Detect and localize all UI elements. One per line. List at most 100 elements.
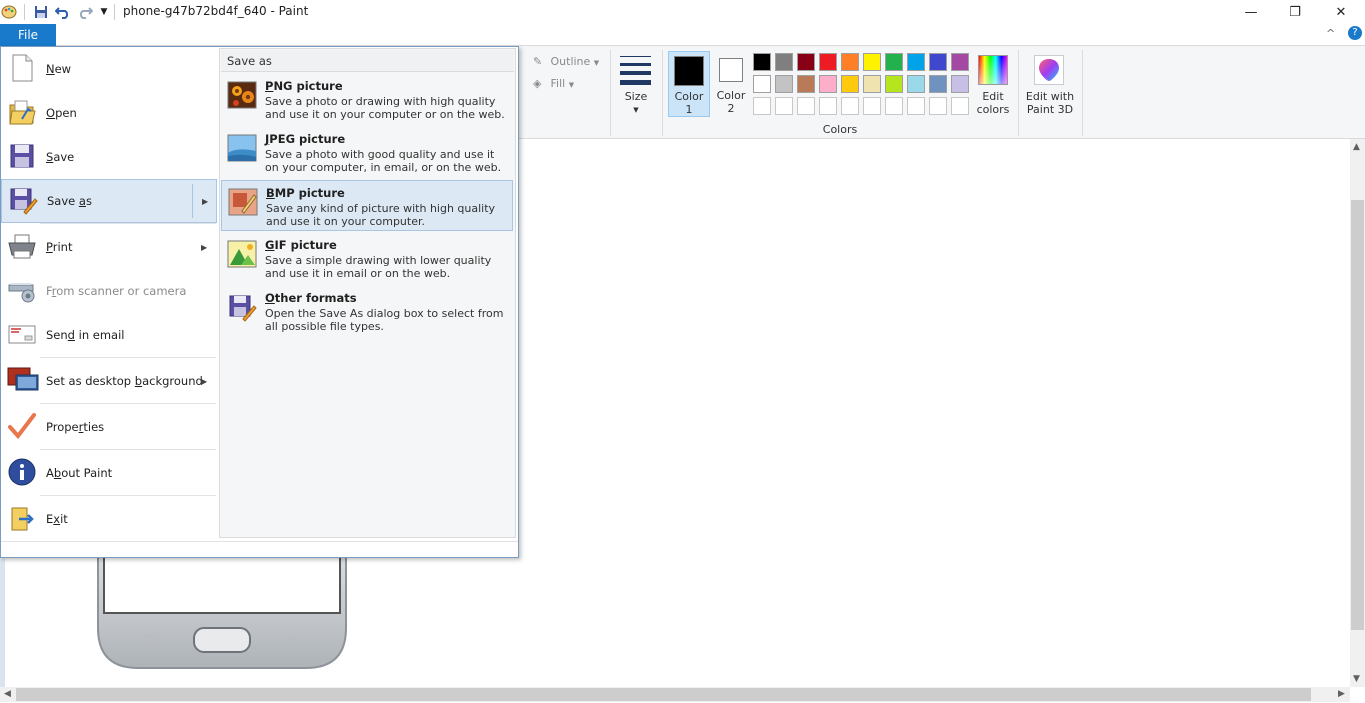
- palette-swatch[interactable]: [907, 53, 925, 71]
- save-as-submenu-header: Save as: [221, 50, 514, 72]
- size-button[interactable]: Size ▼: [617, 52, 655, 116]
- custom-color-slot[interactable]: [753, 97, 771, 115]
- file-menu-item-properties[interactable]: Properties: [1, 405, 217, 449]
- undo-icon[interactable]: [54, 3, 72, 21]
- title-bar: ▼ phone-g47b72bd4f_640 - Paint — ❐ ✕: [0, 0, 1365, 24]
- exit-icon: [7, 503, 39, 535]
- edit-with-paint3d-label: Edit with Paint 3D: [1025, 90, 1075, 116]
- save-as-jpeg-picture[interactable]: JPEG picture Save a photo with good quali…: [221, 127, 513, 178]
- size-label: Size: [624, 90, 648, 103]
- custom-color-slot[interactable]: [907, 97, 925, 115]
- chevron-right-icon: ▶: [201, 242, 208, 252]
- save-as-bmp-picture[interactable]: BMP picture Save any kind of picture with…: [221, 180, 513, 231]
- color2-button[interactable]: Color 2: [712, 51, 750, 117]
- chevron-right-icon: ▶: [202, 196, 209, 206]
- close-button[interactable]: ✕: [1318, 0, 1364, 24]
- palette-swatch[interactable]: [951, 53, 969, 71]
- palette-swatch[interactable]: [753, 75, 771, 93]
- custom-color-slot[interactable]: [797, 97, 815, 115]
- paint3d-icon: [1034, 55, 1064, 85]
- custom-color-slot[interactable]: [841, 97, 859, 115]
- color1-button[interactable]: Color 1: [668, 51, 710, 117]
- palette-swatch[interactable]: [929, 75, 947, 93]
- custom-color-slot[interactable]: [863, 97, 881, 115]
- new-file-icon: [7, 53, 39, 85]
- chevron-right-icon: ▶: [201, 376, 208, 386]
- save-icon[interactable]: [32, 3, 50, 21]
- minimize-button[interactable]: —: [1228, 0, 1274, 24]
- palette-swatch[interactable]: [841, 53, 859, 71]
- vertical-scroll-thumb[interactable]: [1351, 200, 1364, 630]
- palette-swatch[interactable]: [753, 53, 771, 71]
- scroll-left-icon[interactable]: ◀: [4, 689, 11, 699]
- palette-swatch[interactable]: [863, 53, 881, 71]
- scroll-up-icon[interactable]: ▲: [1353, 142, 1360, 152]
- palette-swatch[interactable]: [929, 53, 947, 71]
- restore-button[interactable]: ❐: [1272, 0, 1318, 24]
- save-as-png-picture[interactable]: PNG picture Save a photo or drawing with …: [221, 74, 513, 125]
- custom-color-slot[interactable]: [929, 97, 947, 115]
- split-separator: [192, 184, 193, 218]
- file-menu-item-label: Set as desktop background: [46, 374, 203, 388]
- palette-swatch[interactable]: [797, 53, 815, 71]
- custom-color-slot[interactable]: [775, 97, 793, 115]
- save-as-item-title: GIF picture: [265, 238, 337, 252]
- custom-color-slot[interactable]: [951, 97, 969, 115]
- file-menu-item-open[interactable]: Open: [1, 91, 217, 135]
- ribbon-tab-bar: ^ ?: [0, 24, 1365, 46]
- palette-swatch[interactable]: [863, 75, 881, 93]
- file-menu-item-about-paint[interactable]: About Paint: [1, 451, 217, 495]
- file-tab[interactable]: File: [0, 24, 56, 46]
- desktop-background-icon: [7, 365, 39, 397]
- save-as-gif-picture[interactable]: GIF picture Save a simple drawing with lo…: [221, 233, 513, 284]
- palette-swatch[interactable]: [819, 75, 837, 93]
- horizontal-scroll-thumb[interactable]: [16, 688, 1311, 701]
- file-menu-item-set-as-desktop-background[interactable]: Set as desktop background ▶: [1, 359, 217, 403]
- menu-separator: [40, 495, 216, 496]
- menu-separator: [40, 449, 216, 450]
- file-menu-item-label: Exit: [46, 512, 68, 526]
- save-icon: [7, 141, 39, 173]
- file-menu-item-print[interactable]: Print ▶: [1, 225, 217, 269]
- chevron-down-icon: ▼: [568, 81, 575, 89]
- scroll-right-icon[interactable]: ▶: [1338, 689, 1345, 699]
- save-as-item-description: Save a photo or drawing with high qualit…: [265, 95, 505, 121]
- edit-colors-label: Edit colors: [976, 90, 1010, 116]
- edit-colors-button[interactable]: Edit colors: [974, 52, 1012, 118]
- fill-button[interactable]: ◈ Fill ▼: [533, 77, 613, 93]
- colors-group-label: Colors: [822, 123, 858, 136]
- file-menu-item-exit[interactable]: Exit: [1, 497, 217, 541]
- palette-swatch[interactable]: [885, 75, 903, 93]
- file-menu-item-save-as[interactable]: Save as ▶: [1, 179, 217, 223]
- palette-swatch[interactable]: [775, 75, 793, 93]
- palette-swatch[interactable]: [951, 75, 969, 93]
- dropdown-icon[interactable]: ▼: [95, 3, 113, 21]
- collapse-ribbon-icon[interactable]: ^: [1326, 27, 1335, 40]
- palette-swatch[interactable]: [819, 53, 837, 71]
- custom-color-slot[interactable]: [819, 97, 837, 115]
- file-menu-item-send-in-email[interactable]: Send in email: [1, 313, 217, 357]
- save-as-other-formats[interactable]: Other formats Open the Save As dialog box…: [221, 286, 513, 337]
- palette-swatch[interactable]: [885, 53, 903, 71]
- save-as-item-description: Save any kind of picture with high quali…: [266, 202, 496, 228]
- palette-swatch[interactable]: [907, 75, 925, 93]
- scroll-down-icon[interactable]: ▼: [1353, 674, 1360, 684]
- group-separator: [1082, 50, 1083, 136]
- save-as-item-title: Other formats: [265, 291, 357, 305]
- color2-label: Color 2: [716, 89, 746, 115]
- file-menu-item-new[interactable]: New: [1, 47, 217, 91]
- group-separator: [1018, 50, 1019, 136]
- palette-swatch[interactable]: [841, 75, 859, 93]
- file-menu-item-save[interactable]: Save: [1, 135, 217, 179]
- outline-button[interactable]: ✎ Outline ▼: [533, 55, 613, 71]
- help-icon[interactable]: ?: [1348, 26, 1362, 40]
- file-menu-item-from-scanner-or-camera[interactable]: From scanner or camera: [1, 269, 217, 313]
- chevron-down-icon: ▼: [593, 59, 600, 67]
- paint-palette-icon[interactable]: [0, 3, 18, 21]
- redo-icon[interactable]: [76, 3, 94, 21]
- palette-swatch[interactable]: [775, 53, 793, 71]
- file-menu-item-label: Save: [46, 150, 75, 164]
- palette-swatch[interactable]: [797, 75, 815, 93]
- custom-color-slot[interactable]: [885, 97, 903, 115]
- edit-with-paint3d-button[interactable]: Edit with Paint 3D: [1022, 52, 1078, 118]
